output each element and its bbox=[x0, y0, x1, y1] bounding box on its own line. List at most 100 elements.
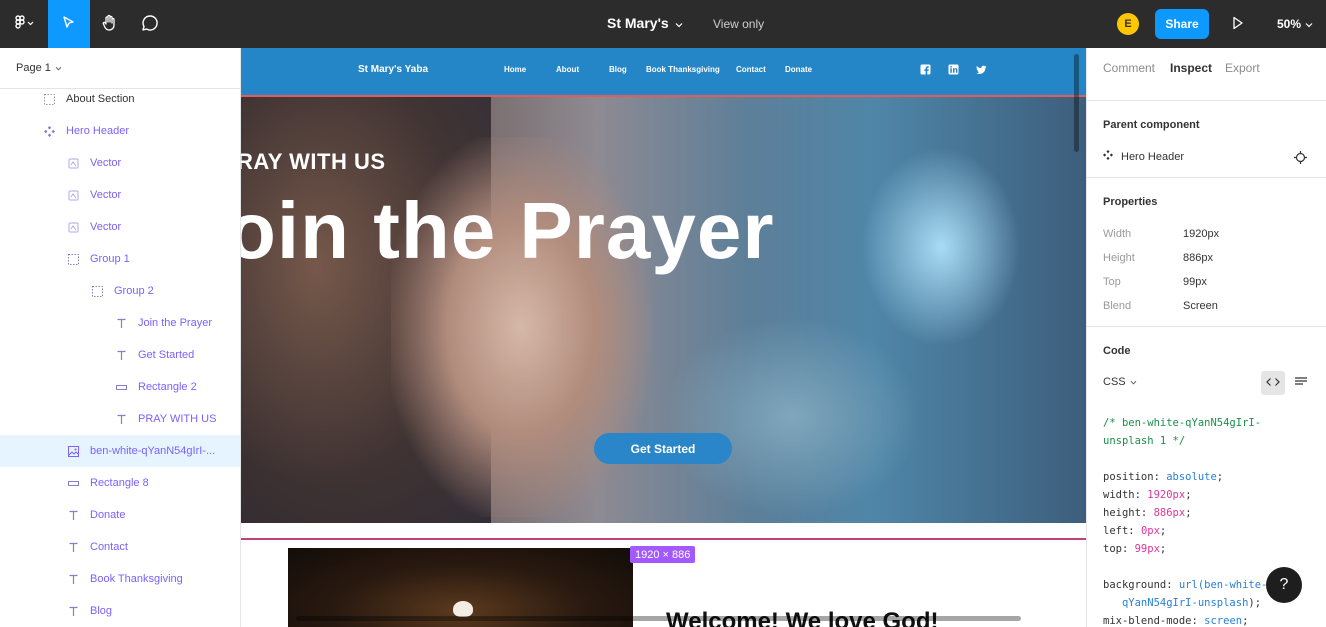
code-value: 0px bbox=[1140, 525, 1160, 537]
twitter-icon[interactable] bbox=[976, 64, 987, 75]
site-nav-donate[interactable]: Donate bbox=[785, 65, 812, 74]
layer-item[interactable]: Group 1 bbox=[0, 243, 240, 275]
code-prop: left: bbox=[1103, 525, 1141, 537]
text-icon bbox=[66, 508, 80, 522]
layer-item[interactable]: Vector bbox=[0, 179, 240, 211]
move-tool-button[interactable] bbox=[48, 0, 90, 48]
size-badge: 1920 × 886 bbox=[630, 546, 696, 563]
text-icon bbox=[114, 412, 128, 426]
layer-item[interactable]: About Section bbox=[0, 83, 240, 115]
file-title[interactable]: St Mary's bbox=[607, 15, 683, 31]
code-fn: url( bbox=[1178, 579, 1205, 591]
vector-icon bbox=[66, 188, 80, 202]
image-icon bbox=[66, 444, 80, 458]
prop-label-blend: Blend bbox=[1103, 300, 1132, 312]
chevron-down-icon bbox=[1130, 376, 1137, 388]
page-selector[interactable]: Page 1 bbox=[16, 62, 62, 74]
prop-value-width[interactable]: 1920px bbox=[1183, 228, 1219, 240]
layer-item[interactable]: ben-white-qYanN54gIrI-... bbox=[0, 435, 240, 467]
view-mode-label: View only bbox=[713, 17, 765, 31]
horizontal-scrollbar[interactable] bbox=[296, 616, 1021, 621]
tab-inspect[interactable]: Inspect bbox=[1170, 61, 1212, 75]
site-brand: St Mary's Yaba bbox=[358, 64, 429, 75]
target-icon[interactable] bbox=[1293, 150, 1307, 164]
layer-item[interactable]: Hero Header bbox=[0, 115, 240, 147]
group-icon bbox=[90, 284, 104, 298]
layer-name: About Section bbox=[66, 93, 135, 105]
hand-tool-button[interactable] bbox=[90, 0, 130, 48]
site-nav-about[interactable]: About bbox=[556, 65, 579, 74]
code-prop: background: bbox=[1103, 579, 1179, 591]
facebook-icon[interactable] bbox=[920, 64, 931, 75]
site-nav-home[interactable]: Home bbox=[504, 65, 526, 74]
figma-logo-icon bbox=[13, 14, 35, 34]
code-punct: ); bbox=[1248, 597, 1262, 609]
layer-item[interactable]: Group 2 bbox=[0, 275, 240, 307]
code-prop: position: bbox=[1103, 471, 1167, 483]
layer-item[interactable]: PRAY WITH US bbox=[0, 403, 240, 435]
help-button[interactable]: ? bbox=[1266, 567, 1302, 603]
site-nav-bar[interactable]: St Mary's Yaba Home About Blog Book Than… bbox=[241, 48, 1086, 96]
rectangle-icon bbox=[114, 380, 128, 394]
layer-item[interactable]: Book Thanksgiving bbox=[0, 563, 240, 595]
layer-item[interactable]: Blog bbox=[0, 595, 240, 627]
tab-comment[interactable]: Comment bbox=[1103, 61, 1155, 75]
code-prop: mix-blend-mode: bbox=[1103, 615, 1205, 627]
group-icon bbox=[66, 252, 80, 266]
layer-name: Vector bbox=[90, 189, 122, 201]
code-heading: Code bbox=[1103, 345, 1131, 357]
code-prop: width: bbox=[1103, 489, 1148, 501]
canvas[interactable]: St Mary's Yaba Home About Blog Book Than… bbox=[241, 48, 1086, 627]
layer-item[interactable]: Join the Prayer bbox=[0, 307, 240, 339]
code-prop: height: bbox=[1103, 507, 1154, 519]
layer-item[interactable]: Vector bbox=[0, 147, 240, 179]
site-nav-contact[interactable]: Contact bbox=[736, 65, 766, 74]
comment-tool-button[interactable] bbox=[130, 0, 170, 48]
layer-item[interactable]: Vector bbox=[0, 211, 240, 243]
layer-item[interactable]: Get Started bbox=[0, 339, 240, 371]
code-value: 1920px bbox=[1147, 489, 1186, 501]
zoom-value: 50% bbox=[1277, 17, 1302, 31]
vertical-scrollbar[interactable] bbox=[1074, 54, 1079, 152]
code-language: CSS bbox=[1103, 376, 1126, 388]
css-code-block[interactable]: /* ben-white-qYanN54gIrI- unsplash 1 */ … bbox=[1103, 414, 1267, 627]
prop-label-top: Top bbox=[1103, 276, 1121, 288]
vector-icon bbox=[66, 220, 80, 234]
prop-value-top[interactable]: 99px bbox=[1183, 276, 1207, 288]
site-nav-book-thanksgiving[interactable]: Book Thanksgiving bbox=[646, 65, 720, 74]
main-menu-button[interactable] bbox=[0, 0, 48, 48]
share-button[interactable]: Share bbox=[1155, 9, 1209, 39]
layer-item[interactable]: Contact bbox=[0, 531, 240, 563]
layer-name: Book Thanksgiving bbox=[90, 573, 183, 585]
text-icon bbox=[66, 540, 80, 554]
code-value: 99px bbox=[1134, 543, 1160, 555]
chevron-down-icon bbox=[675, 15, 683, 31]
layer-item[interactable]: Rectangle 2 bbox=[0, 371, 240, 403]
code-comment: unsplash 1 */ bbox=[1103, 435, 1186, 447]
layer-item[interactable]: Rectangle 8 bbox=[0, 467, 240, 499]
text-icon bbox=[66, 604, 80, 618]
component-icon bbox=[1103, 150, 1113, 163]
parent-component-heading: Parent component bbox=[1103, 119, 1200, 131]
code-view-button[interactable] bbox=[1261, 371, 1285, 395]
toolbar: St Mary's View only E Share 50% bbox=[0, 0, 1326, 48]
code-language-dropdown[interactable]: CSS bbox=[1103, 376, 1137, 388]
zoom-dropdown[interactable]: 50% bbox=[1277, 17, 1313, 31]
play-icon bbox=[1232, 16, 1244, 33]
linkedin-icon[interactable] bbox=[948, 64, 959, 75]
file-title-text: St Mary's bbox=[607, 15, 669, 31]
list-view-button[interactable] bbox=[1289, 371, 1313, 395]
tab-export[interactable]: Export bbox=[1225, 61, 1260, 75]
prop-value-blend[interactable]: Screen bbox=[1183, 300, 1218, 312]
present-button[interactable] bbox=[1228, 14, 1248, 34]
site-nav-blog[interactable]: Blog bbox=[609, 65, 627, 74]
parent-component[interactable]: Hero Header bbox=[1103, 150, 1184, 163]
layer-name: Donate bbox=[90, 509, 126, 521]
cursor-icon bbox=[61, 15, 77, 34]
layer-name: Get Started bbox=[138, 349, 195, 361]
avatar[interactable]: E bbox=[1117, 13, 1139, 35]
layer-item[interactable]: Donate bbox=[0, 499, 240, 531]
layer-name: Rectangle 8 bbox=[90, 477, 149, 489]
layer-name: Contact bbox=[90, 541, 128, 553]
prop-value-height[interactable]: 886px bbox=[1183, 252, 1213, 264]
